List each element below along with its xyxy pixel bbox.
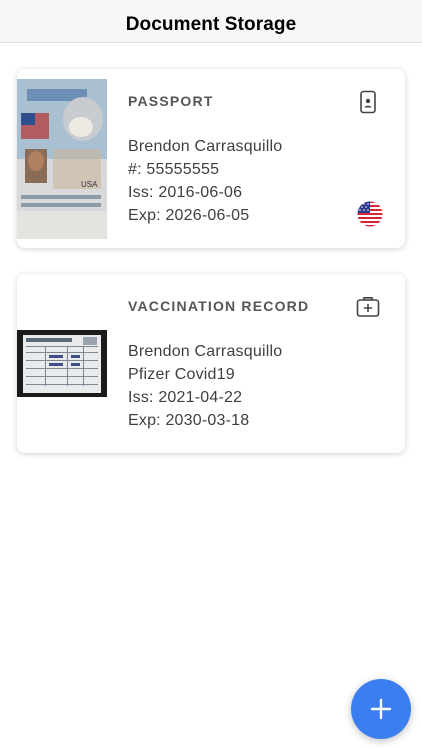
expiry-date: Exp: 2026-06-05 [128,207,250,224]
document-card-vaccination[interactable]: VACCINATION RECORD Brendon Carrasquillo … [17,274,405,453]
plus-icon [370,698,392,720]
add-document-button[interactable] [351,679,411,739]
issue-date: Iss: 2021-04-22 [128,389,243,406]
page-title: Document Storage [125,14,297,35]
id-card-phone-icon [360,90,376,114]
issue-date: Iss: 2016-06-06 [128,184,243,201]
passport-thumbnail: USA [17,79,107,239]
document-details: Brendon Carrasquillo Pfizer Covid19 Iss:… [128,340,282,432]
document-type-label: VACCINATION RECORD [128,298,310,314]
document-card-passport[interactable]: USA PASSPORT Brendon Carrasquillo #: 555… [17,69,405,248]
expiry-date: Exp: 2030-03-18 [128,412,250,429]
document-type-label: PASSPORT [128,93,214,109]
document-number: #: 55555555 [128,161,220,178]
holder-name: Brendon Carrasquillo [128,343,283,360]
vaccination-record-thumbnail [17,330,107,397]
us-flag-icon [357,201,383,227]
svg-text:USA: USA [81,180,98,189]
medical-kit-icon [356,297,380,317]
document-details: Brendon Carrasquillo #: 55555555 Iss: 20… [128,135,282,227]
nav-header: Document Storage [0,0,422,43]
vaccine-name: Pfizer Covid19 [128,366,235,383]
holder-name: Brendon Carrasquillo [128,138,283,155]
